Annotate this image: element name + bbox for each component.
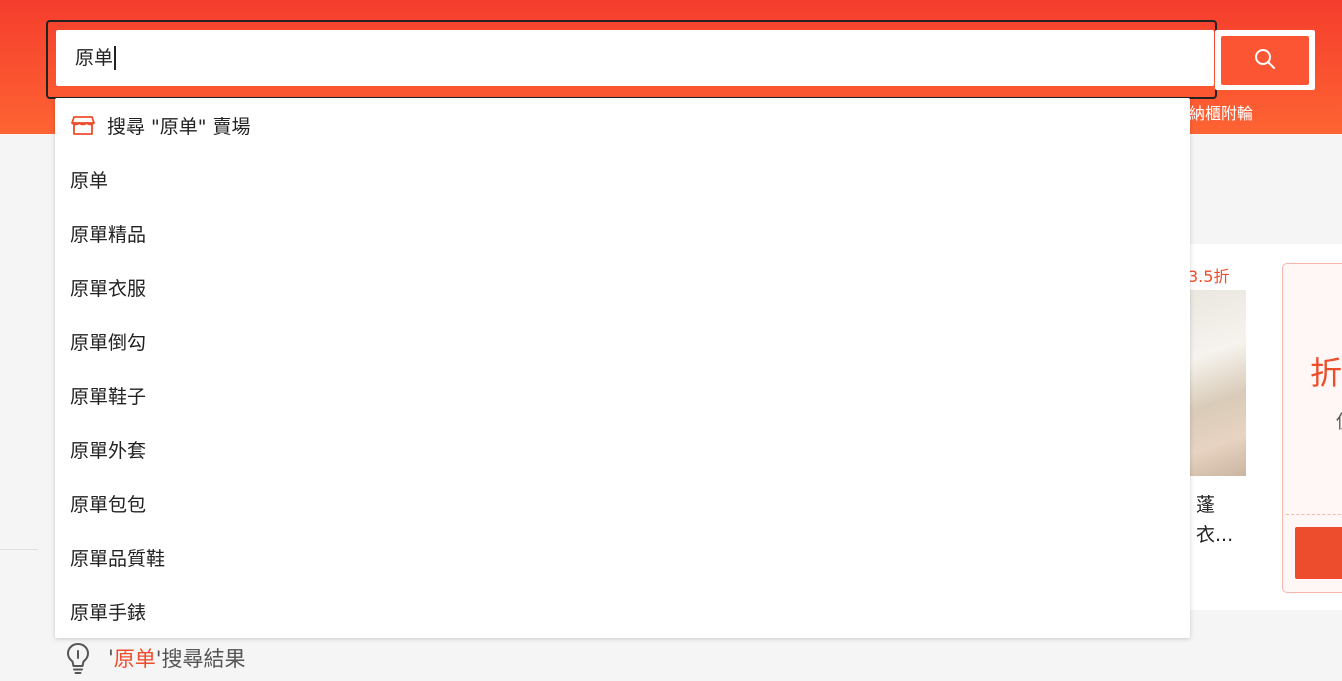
suggestion-item[interactable]: 原單鞋子 bbox=[55, 368, 1190, 422]
search-icon bbox=[1254, 48, 1276, 74]
shop-icon bbox=[70, 112, 96, 138]
search-input-value: 原单 bbox=[75, 47, 114, 69]
suggestion-item[interactable]: 原單品質鞋 bbox=[55, 530, 1190, 584]
suggestion-label: 原單品質鞋 bbox=[70, 547, 166, 570]
suggestion-item[interactable]: 原單外套 bbox=[55, 422, 1190, 476]
suggestion-label: 原單手錶 bbox=[70, 601, 147, 624]
suggestion-item[interactable]: 原單包包 bbox=[55, 476, 1190, 530]
search-input-box[interactable]: 原单 bbox=[56, 30, 1214, 86]
search-button[interactable] bbox=[1221, 36, 1309, 85]
suggestion-label: 原單外套 bbox=[70, 439, 147, 462]
coupon-discount-text: 折 bbox=[1310, 354, 1342, 392]
suggestion-item[interactable]: 原單倒勾 bbox=[55, 314, 1190, 368]
results-keyword: 原单 bbox=[113, 647, 156, 671]
product-title[interactable]: 蓬 衣... bbox=[1196, 490, 1233, 550]
suggestion-label: 原單衣服 bbox=[70, 277, 147, 300]
results-suffix: '搜尋結果 bbox=[155, 647, 246, 671]
product-title-line1: 蓬 bbox=[1196, 494, 1216, 516]
suggestion-label: 原單包包 bbox=[70, 493, 147, 516]
search-suggestions-dropdown: 搜尋 "原单" 賣場 原单 原單精品 原單衣服 原單倒勾 原單鞋子 原單外套 原… bbox=[55, 98, 1190, 638]
suggestion-label: 原單倒勾 bbox=[70, 331, 147, 354]
discount-tag: 3.5折 bbox=[1188, 267, 1230, 286]
search-results-heading: ' 原单 '搜尋結果 bbox=[64, 640, 246, 676]
divider bbox=[0, 549, 38, 550]
text-caret bbox=[114, 46, 117, 70]
coupon-claim-button[interactable] bbox=[1295, 527, 1342, 579]
product-title-line2: 衣... bbox=[1196, 524, 1234, 546]
suggestion-label: 原單精品 bbox=[70, 223, 147, 246]
lightbulb-icon bbox=[64, 641, 92, 675]
suggestion-label: 原單鞋子 bbox=[70, 385, 147, 408]
suggestion-item[interactable]: 原單手錶 bbox=[55, 584, 1190, 638]
suggestion-item[interactable]: 原单 bbox=[55, 152, 1190, 206]
suggestion-label: 原单 bbox=[70, 169, 109, 192]
suggestion-item[interactable]: 原單精品 bbox=[55, 206, 1190, 260]
header-hint-keyword[interactable]: 納櫃附輪 bbox=[1189, 100, 1253, 124]
search-input[interactable]: 原单 bbox=[75, 30, 117, 86]
suggestion-label: 搜尋 "原单" 賣場 bbox=[107, 115, 251, 138]
suggestion-item[interactable]: 原單衣服 bbox=[55, 260, 1190, 314]
coupon-divider bbox=[1286, 514, 1342, 515]
coupon-condition-text: 使 bbox=[1336, 408, 1342, 434]
suggestion-shop-search[interactable]: 搜尋 "原单" 賣場 bbox=[55, 98, 1190, 152]
